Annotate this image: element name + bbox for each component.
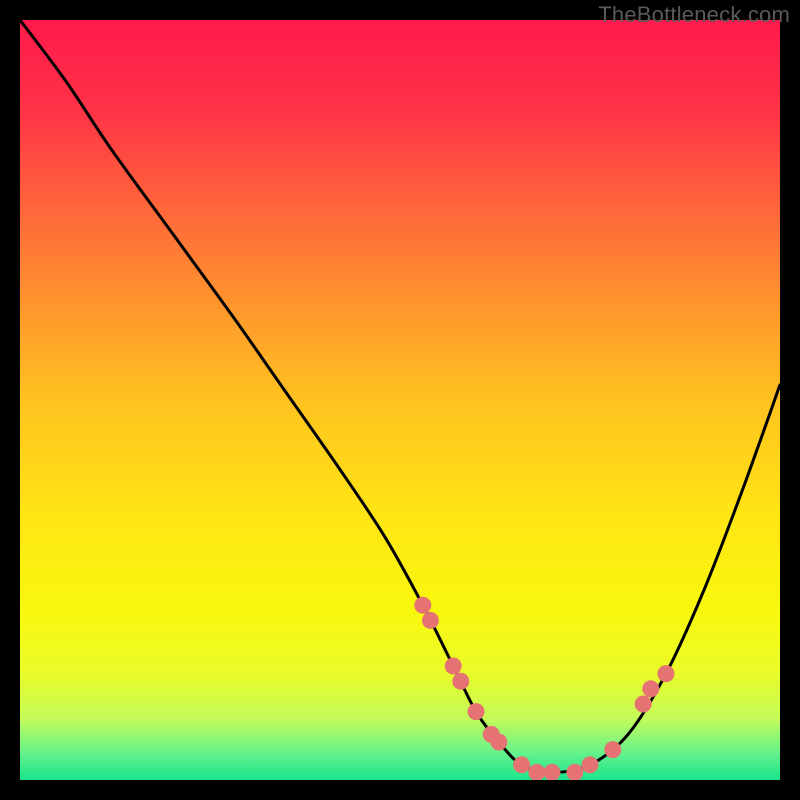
marker-dot: [582, 756, 599, 773]
marker-dot: [414, 597, 431, 614]
marker-dot: [422, 612, 439, 629]
marker-dot: [513, 756, 530, 773]
marker-dot: [452, 673, 469, 690]
marker-dot: [642, 680, 659, 697]
marker-dot: [658, 665, 675, 682]
watermark-text: TheBottleneck.com: [598, 2, 790, 28]
chart-frame: TheBottleneck.com: [0, 0, 800, 800]
marker-dot: [445, 658, 462, 675]
marker-dot: [468, 703, 485, 720]
marker-dot: [490, 734, 507, 751]
marker-dot: [604, 741, 621, 758]
marker-dot: [635, 696, 652, 713]
chart-svg: [20, 20, 780, 780]
plot-area: [20, 20, 780, 780]
